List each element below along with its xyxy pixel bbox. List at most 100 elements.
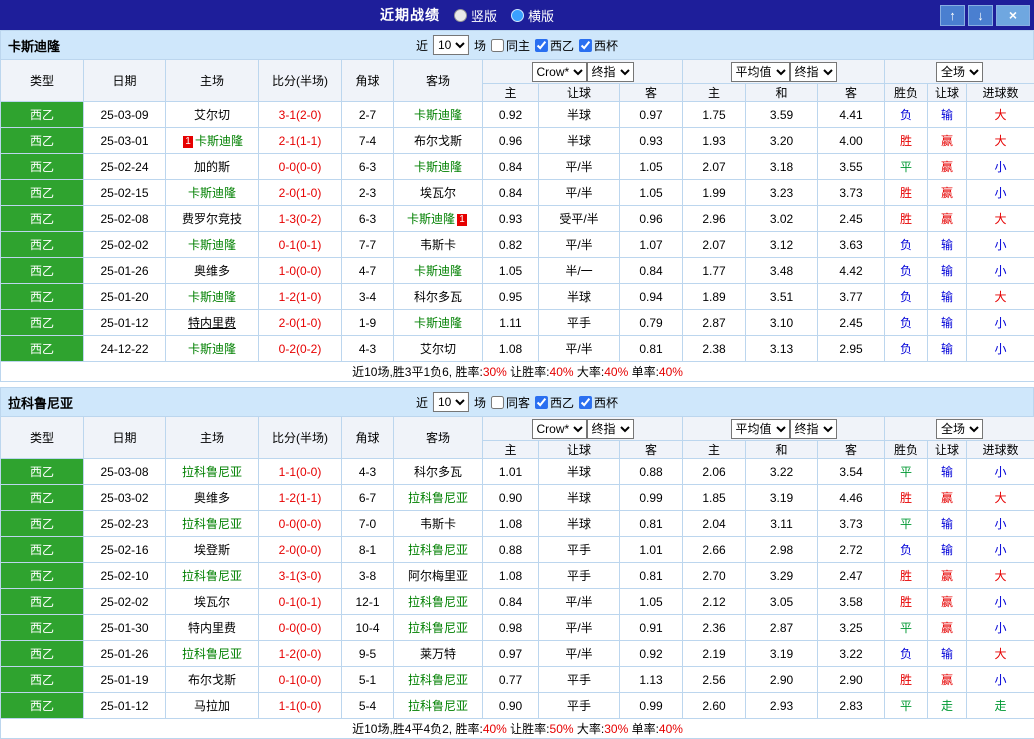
match-row: 西乙25-01-12特内里费2-0(1-0)1-9卡斯迪隆1.11平手0.792… [1,310,1034,336]
close-button[interactable]: × [996,5,1030,26]
avg-away-cell: 3.73 [818,511,885,537]
league-checkbox-input[interactable] [535,39,548,52]
result-handicap-cell: 输 [928,336,967,362]
odds-stage-select[interactable]: 终指 [587,419,634,439]
same-venue-checkbox[interactable]: 同主 [491,37,530,54]
result-wdl-cell: 胜 [885,128,928,154]
away-team-link[interactable]: 拉科鲁尼亚 [408,621,468,635]
home-team-link[interactable]: 奥维多 [194,491,230,505]
league-checkbox[interactable]: 西乙 [535,37,574,54]
league-badge: 西乙 [1,589,84,615]
corners-cell: 7-0 [342,511,394,537]
odds-home-cell: 0.88 [483,537,539,563]
home-team-link[interactable]: 卡斯迪隆 [188,290,236,304]
match-date: 25-01-26 [84,258,166,284]
scope-select[interactable]: 全场 [936,62,983,82]
result-wdl-cell: 平 [885,615,928,641]
home-team-link[interactable]: 费罗尔竞技 [182,212,242,226]
corners-cell: 4-3 [342,459,394,485]
away-team-link[interactable]: 拉科鲁尼亚 [408,491,468,505]
home-team-link[interactable]: 布尔戈斯 [188,673,236,687]
home-team-link[interactable]: 特内里费 [188,316,236,330]
home-team-link[interactable]: 拉科鲁尼亚 [182,517,242,531]
odds-away-cell: 0.79 [620,310,683,336]
avg-company-select[interactable]: 平均值 [731,62,790,82]
home-team-link[interactable]: 拉科鲁尼亚 [182,647,242,661]
avg-stage-select[interactable]: 终指 [790,62,837,82]
cup-checkbox[interactable]: 西杯 [579,37,618,54]
same-venue-checkbox-input[interactable] [491,39,504,52]
home-team-link[interactable]: 艾尔切 [194,108,230,122]
summary-row: 近10场,胜4平4负2, 胜率:40% 让胜率:50% 大率:30% 单率:40… [1,719,1034,739]
match-date: 25-02-10 [84,563,166,589]
odds-stage-select[interactable]: 终指 [587,62,634,82]
away-team-link[interactable]: 卡斯迪隆 [407,212,455,226]
away-team-link[interactable]: 科尔多瓦 [414,290,462,304]
summary-stat-value: 40% [659,365,683,379]
away-team-link[interactable]: 韦斯卡 [420,238,456,252]
corners-cell: 5-4 [342,693,394,719]
away-team-link[interactable]: 韦斯卡 [420,517,456,531]
cup-checkbox-input[interactable] [579,39,592,52]
odds-away-cell: 0.84 [620,258,683,284]
away-team-link[interactable]: 拉科鲁尼亚 [408,673,468,687]
league-checkbox-input[interactable] [535,396,548,409]
home-team-link[interactable]: 奥维多 [194,264,230,278]
scroll-down-button[interactable]: ↓ [968,5,993,26]
home-team-link[interactable]: 特内里费 [188,621,236,635]
handicap-cell: 平/半 [539,615,620,641]
cup-checkbox-input[interactable] [579,396,592,409]
team-section: 卡斯迪隆近10场同主西乙西杯类型日期主场比分(半场)角球客场Crow*终指平均值… [0,30,1034,382]
same-venue-checkbox[interactable]: 同客 [491,394,530,411]
away-team-link[interactable]: 科尔多瓦 [414,465,462,479]
away-team-link[interactable]: 莱万特 [420,647,456,661]
handicap-cell: 平手 [539,693,620,719]
home-team-link[interactable]: 卡斯迪隆 [188,186,236,200]
away-team-link[interactable]: 阿尔梅里亚 [408,569,468,583]
avg-away-cell: 2.95 [818,336,885,362]
result-goals-cell: 大 [967,128,1034,154]
away-team-link[interactable]: 卡斯迪隆 [414,160,462,174]
match-count-select[interactable]: 10 [433,392,469,412]
home-team-link[interactable]: 拉科鲁尼亚 [182,465,242,479]
away-team-link[interactable]: 卡斯迪隆 [414,108,462,122]
away-team-link[interactable]: 拉科鲁尼亚 [408,595,468,609]
match-date: 25-02-16 [84,537,166,563]
home-team-link[interactable]: 马拉加 [194,699,230,713]
avg-company-select[interactable]: 平均值 [731,419,790,439]
same-venue-checkbox-input[interactable] [491,396,504,409]
result-wdl-cell: 平 [885,154,928,180]
home-team-link[interactable]: 卡斯迪隆 [195,134,243,148]
layout-radio-horizontal[interactable]: 横版 [511,6,554,25]
away-team-link[interactable]: 拉科鲁尼亚 [408,543,468,557]
home-team-cell: 卡斯迪隆 [166,336,259,362]
odds-company-select[interactable]: Crow* [532,419,587,439]
away-team-link[interactable]: 布尔戈斯 [414,134,462,148]
cup-checkbox[interactable]: 西杯 [579,394,618,411]
layout-radio-vertical[interactable]: 竖版 [454,6,497,25]
away-team-link[interactable]: 埃瓦尔 [420,186,456,200]
column-header: 类型 [1,417,84,459]
away-team-link[interactable]: 艾尔切 [420,342,456,356]
league-checkbox[interactable]: 西乙 [535,394,574,411]
home-team-link[interactable]: 埃瓦尔 [194,595,230,609]
match-count-select[interactable]: 10 [433,35,469,55]
home-team-link[interactable]: 埃登斯 [194,543,230,557]
match-date: 25-01-19 [84,667,166,693]
home-team-link[interactable]: 加的斯 [194,160,230,174]
away-team-cell: 艾尔切 [394,336,483,362]
home-team-link[interactable]: 拉科鲁尼亚 [182,569,242,583]
checkbox-label: 同客 [506,394,530,411]
score-cell: 3-1(3-0) [259,563,342,589]
away-team-link[interactable]: 卡斯迪隆 [414,264,462,278]
column-subheader: 胜负 [885,441,928,459]
odds-company-select[interactable]: Crow* [532,62,587,82]
scroll-up-button[interactable]: ↑ [940,5,965,26]
away-team-link[interactable]: 拉科鲁尼亚 [408,699,468,713]
avg-stage-select[interactable]: 终指 [790,419,837,439]
home-team-link[interactable]: 卡斯迪隆 [188,238,236,252]
scope-select[interactable]: 全场 [936,419,983,439]
home-team-link[interactable]: 卡斯迪隆 [188,342,236,356]
odds-home-cell: 0.84 [483,180,539,206]
away-team-link[interactable]: 卡斯迪隆 [414,316,462,330]
